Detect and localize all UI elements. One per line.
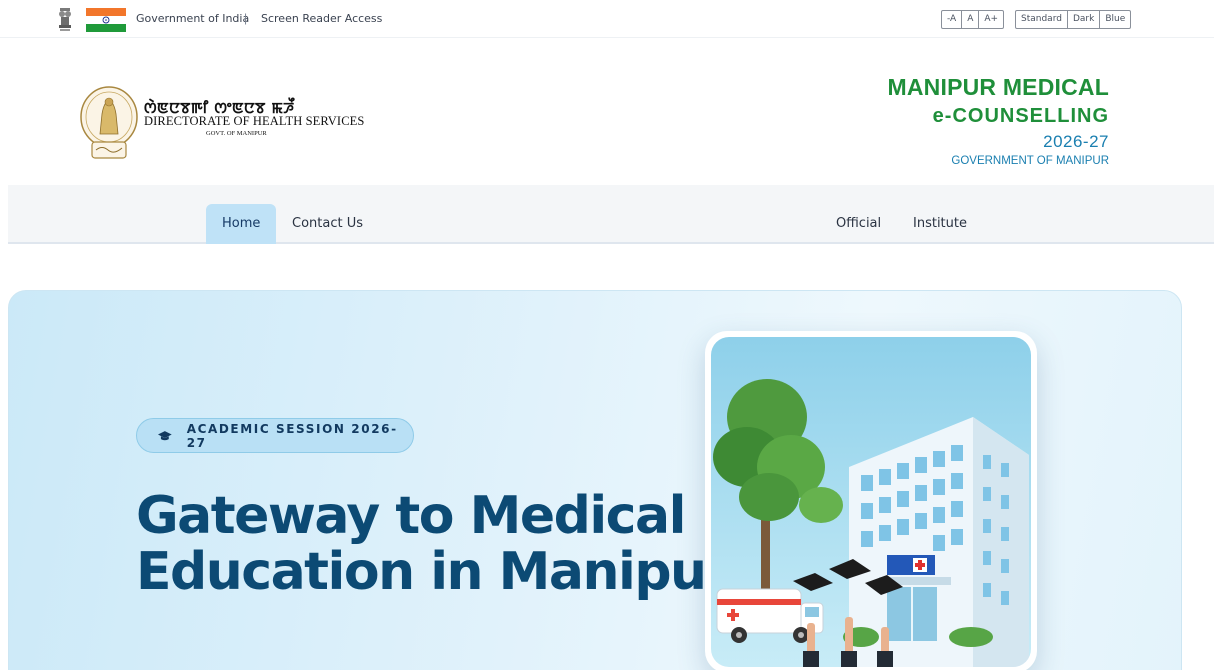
government-strip: Government of India | Screen Reader Acce… — [0, 0, 1214, 38]
brand-year: 2026-27 — [1043, 132, 1109, 151]
nav-institute[interactable]: Institute — [897, 204, 983, 244]
font-normal-button[interactable]: A — [962, 11, 980, 28]
brand-government: GOVERNMENT OF MANIPUR — [951, 155, 1109, 167]
hero-title-line-2: Education in Manipur — [136, 542, 731, 602]
screen-reader-access-link[interactable]: Screen Reader Access — [261, 12, 382, 25]
theme-controls: Standard Dark Blue — [1015, 10, 1132, 29]
theme-standard-button[interactable]: Standard — [1016, 11, 1068, 28]
portal-brand: MANIPUR MEDICAL e-COUNSELLING 2026-27 GO… — [888, 72, 1110, 169]
national-emblem-icon — [59, 8, 71, 31]
nav-official[interactable]: Official — [820, 204, 897, 244]
theme-blue-button[interactable]: Blue — [1100, 11, 1130, 28]
graduation-cap-icon — [157, 430, 172, 440]
hospital-illustration-icon — [711, 337, 1031, 667]
manipur-seal-logo-icon[interactable] — [78, 84, 140, 162]
nav-contact-us[interactable]: Contact Us — [276, 204, 379, 244]
academic-session-badge: ACADEMIC SESSION 2026-27 — [136, 418, 414, 453]
hero-banner: ACADEMIC SESSION 2026-27 Gateway to Medi… — [8, 290, 1182, 670]
brand-title: MANIPUR MEDICAL — [887, 74, 1109, 100]
font-decrease-button[interactable]: -A — [942, 11, 963, 28]
main-navbar: Home Contact Us Official Institute — [8, 185, 1214, 244]
font-increase-button[interactable]: A+ — [979, 11, 1003, 28]
government-of-india-link[interactable]: Government of India — [136, 12, 249, 25]
hero-illustration-card — [705, 331, 1037, 670]
strip-separator: | — [244, 11, 248, 25]
nav-home[interactable]: Home — [206, 204, 277, 244]
theme-dark-button[interactable]: Dark — [1068, 11, 1101, 28]
font-size-controls: -A A A+ — [941, 10, 1005, 29]
india-flag-icon — [86, 8, 126, 32]
brand-subtitle: e-COUNSELLING — [932, 105, 1109, 127]
org-subtitle: GOVT. OF MANIPUR — [206, 130, 267, 137]
org-name: DIRECTORATE OF HEALTH SERVICES — [144, 114, 365, 128]
hero-title: Gateway to Medical Education in Manipur — [136, 486, 731, 602]
academic-session-text: ACADEMIC SESSION 2026-27 — [186, 421, 398, 450]
hero-title-line-1: Gateway to Medical — [136, 486, 686, 546]
